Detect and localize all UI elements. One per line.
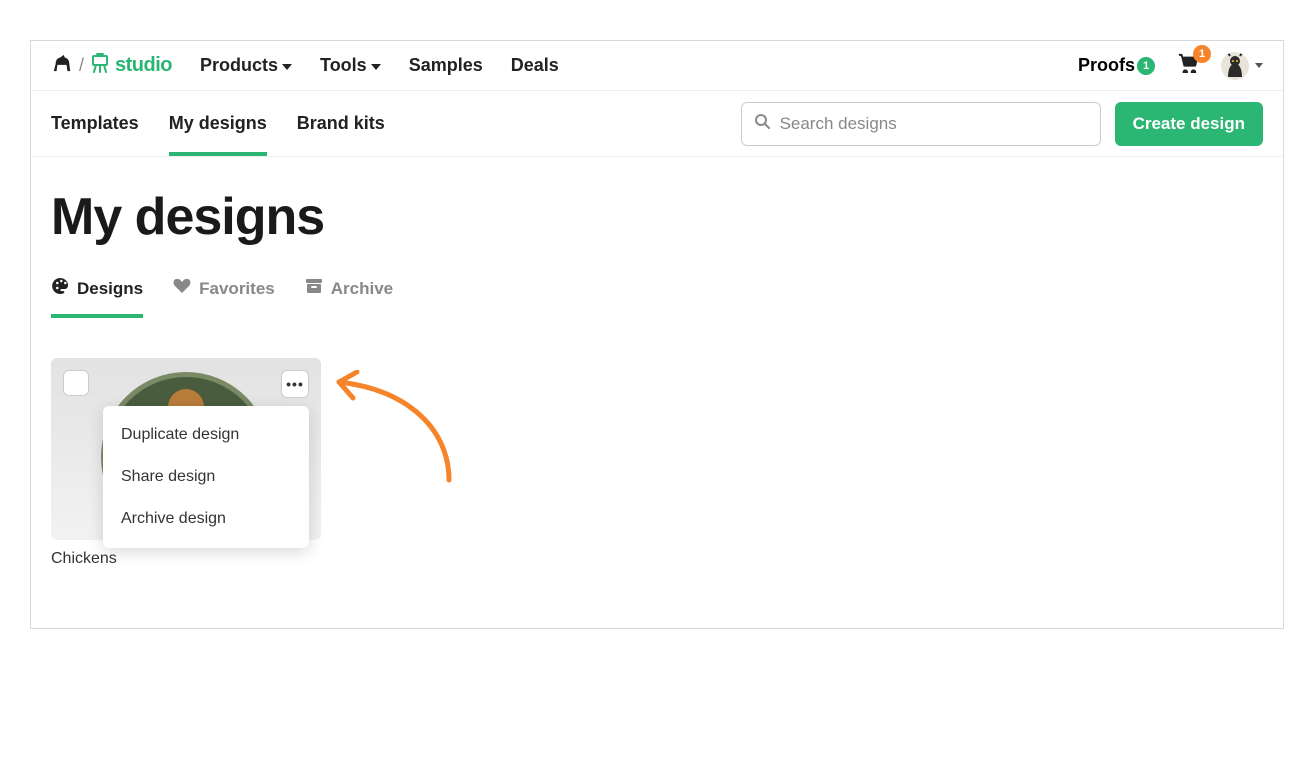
designs-grid: ••• Duplicate design Share design Archiv… bbox=[51, 358, 1263, 568]
create-design-button[interactable]: Create design bbox=[1115, 102, 1263, 146]
menu-archive-design[interactable]: Archive design bbox=[103, 498, 309, 540]
nav-products[interactable]: Products bbox=[200, 55, 292, 76]
topnav-right: Proofs 1 1 bbox=[1078, 52, 1263, 80]
brand[interactable]: / studio bbox=[51, 53, 172, 79]
search-icon bbox=[754, 113, 770, 134]
nav-samples[interactable]: Samples bbox=[409, 55, 483, 76]
tab-brand-kits[interactable]: Brand kits bbox=[297, 91, 385, 156]
archive-icon bbox=[305, 278, 323, 299]
ellipsis-icon: ••• bbox=[286, 376, 304, 392]
filter-archive-label: Archive bbox=[331, 279, 393, 299]
caret-down-icon bbox=[371, 64, 381, 70]
account-menu[interactable] bbox=[1221, 52, 1263, 80]
nav-tools-label: Tools bbox=[320, 55, 367, 76]
cart-icon bbox=[1177, 60, 1199, 77]
subnav-right: Create design bbox=[741, 102, 1263, 146]
search-box[interactable] bbox=[741, 102, 1101, 146]
filter-archive[interactable]: Archive bbox=[305, 277, 393, 318]
app-frame: / studio Products Tools Samples Deals bbox=[30, 40, 1284, 629]
proofs-link[interactable]: Proofs 1 bbox=[1078, 55, 1155, 76]
nav-deals[interactable]: Deals bbox=[511, 55, 559, 76]
filter-designs[interactable]: Designs bbox=[51, 277, 143, 318]
palette-icon bbox=[51, 277, 69, 300]
menu-duplicate-design[interactable]: Duplicate design bbox=[103, 414, 309, 456]
top-nav: / studio Products Tools Samples Deals bbox=[31, 41, 1283, 91]
nav-deals-label: Deals bbox=[511, 55, 559, 76]
filter-favorites-label: Favorites bbox=[199, 279, 275, 299]
caret-down-icon bbox=[1255, 63, 1263, 68]
filter-designs-label: Designs bbox=[77, 279, 143, 299]
horse-icon bbox=[51, 53, 73, 78]
studio-brand[interactable]: studio bbox=[90, 53, 172, 79]
menu-share-design[interactable]: Share design bbox=[103, 456, 309, 498]
sub-nav: Templates My designs Brand kits Create d… bbox=[31, 91, 1283, 157]
subnav-tabs: Templates My designs Brand kits bbox=[51, 91, 385, 156]
cart-badge: 1 bbox=[1193, 45, 1211, 63]
nav-tools[interactable]: Tools bbox=[320, 55, 381, 76]
tab-templates[interactable]: Templates bbox=[51, 91, 139, 156]
annotation-arrow-icon bbox=[329, 370, 469, 490]
card-context-menu: Duplicate design Share design Archive de… bbox=[103, 406, 309, 548]
nav-products-label: Products bbox=[200, 55, 278, 76]
search-input[interactable] bbox=[780, 114, 1088, 134]
nav-links: Products Tools Samples Deals bbox=[200, 55, 559, 76]
heart-icon bbox=[173, 278, 191, 299]
caret-down-icon bbox=[282, 64, 292, 70]
more-options-button[interactable]: ••• bbox=[281, 370, 309, 398]
tab-templates-label: Templates bbox=[51, 113, 139, 134]
brand-separator: / bbox=[79, 55, 84, 76]
tab-my-designs-label: My designs bbox=[169, 113, 267, 134]
studio-label: studio bbox=[115, 54, 172, 77]
proofs-badge: 1 bbox=[1137, 57, 1155, 75]
design-card: ••• Duplicate design Share design Archiv… bbox=[51, 358, 321, 568]
select-checkbox[interactable] bbox=[63, 370, 89, 396]
easel-icon bbox=[90, 53, 110, 79]
filter-favorites[interactable]: Favorites bbox=[173, 277, 275, 318]
proofs-label: Proofs bbox=[1078, 55, 1135, 76]
nav-samples-label: Samples bbox=[409, 55, 483, 76]
design-title: Chickens bbox=[51, 550, 321, 568]
tab-brand-kits-label: Brand kits bbox=[297, 113, 385, 134]
main-content: My designs Designs Favorites Archive bbox=[31, 157, 1283, 628]
avatar-icon bbox=[1221, 52, 1249, 80]
cart-button[interactable]: 1 bbox=[1177, 53, 1199, 78]
page-title: My designs bbox=[51, 187, 1263, 247]
tab-my-designs[interactable]: My designs bbox=[169, 91, 267, 156]
filter-tabs: Designs Favorites Archive bbox=[51, 277, 1263, 318]
